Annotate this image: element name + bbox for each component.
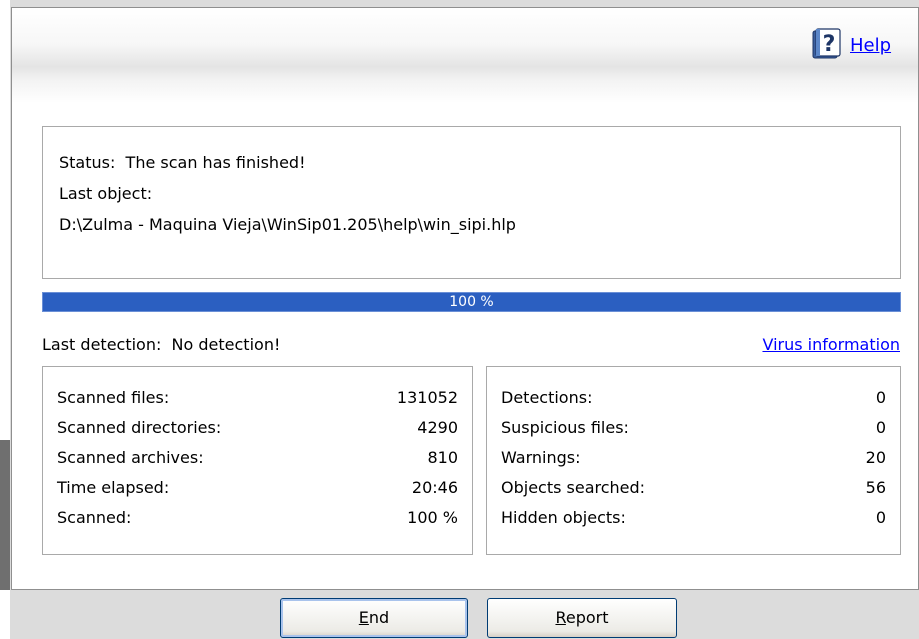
detection-stats-panel: Detections: 0 Suspicious files: 0 Warnin…: [486, 366, 901, 555]
stat-row: Scanned directories: 4290: [57, 413, 458, 443]
last-detection-label: Last detection:: [42, 335, 162, 354]
stat-value: 4290: [417, 418, 458, 437]
virus-information-link[interactable]: Virus information: [762, 335, 900, 354]
last-object-path: D:\Zulma - Maquina Vieja\WinSip01.205\he…: [59, 215, 516, 234]
stat-label: Scanned files:: [57, 388, 170, 407]
help-book-icon[interactable]: ?: [808, 27, 842, 61]
progress-text: 100 %: [449, 294, 494, 310]
end-button-mnemonic: E: [358, 608, 369, 627]
stat-row: Hidden objects: 0: [501, 503, 886, 533]
report-button-mnemonic: R: [555, 608, 566, 627]
end-button[interactable]: End: [280, 598, 468, 638]
stat-value: 20: [865, 448, 886, 467]
stat-value: 810: [427, 448, 458, 467]
status-panel: Status: The scan has finished! Last obje…: [42, 126, 901, 279]
stat-value: 20:46: [411, 478, 458, 497]
last-detection-value: No detection!: [171, 335, 281, 354]
stat-label: Warnings:: [501, 448, 581, 467]
stat-value: 0: [875, 388, 886, 407]
status-value: The scan has finished!: [125, 153, 306, 172]
scan-stats-panel: Scanned files: 131052 Scanned directorie…: [42, 366, 473, 555]
stat-row: Warnings: 20: [501, 443, 886, 473]
stat-value: 131052: [396, 388, 458, 407]
end-button-label: nd: [368, 608, 390, 627]
stat-row: Detections: 0: [501, 383, 886, 413]
stat-label: Detections:: [501, 388, 593, 407]
header-band: [12, 8, 918, 103]
stat-value: 0: [875, 508, 886, 527]
stat-value: 100 %: [407, 508, 458, 527]
stat-label: Objects searched:: [501, 478, 646, 497]
left-edge-shadow: [0, 440, 10, 590]
stat-row: Objects searched: 56: [501, 473, 886, 503]
stat-label: Hidden objects:: [501, 508, 626, 527]
last-detection: Last detection: No detection!: [42, 335, 280, 354]
status-line: Status: The scan has finished!: [59, 153, 305, 172]
status-label: Status:: [59, 153, 116, 172]
stat-label: Time elapsed:: [57, 478, 170, 497]
stat-label: Scanned directories:: [57, 418, 222, 437]
svg-text:?: ?: [823, 32, 836, 57]
stat-row: Scanned files: 131052: [57, 383, 458, 413]
stat-value: 56: [865, 478, 886, 497]
stat-row: Suspicious files: 0: [501, 413, 886, 443]
report-button-label: eport: [565, 608, 609, 627]
stat-row: Scanned: 100 %: [57, 503, 458, 533]
stat-label: Scanned:: [57, 508, 132, 527]
help-link[interactable]: Help: [850, 35, 891, 56]
stat-label: Scanned archives:: [57, 448, 204, 467]
report-button[interactable]: Report: [487, 598, 677, 638]
stat-row: Scanned archives: 810: [57, 443, 458, 473]
last-object-label: Last object:: [59, 184, 153, 203]
stat-label: Suspicious files:: [501, 418, 629, 437]
scan-progress-bar: 100 %: [42, 292, 901, 312]
stat-row: Time elapsed: 20:46: [57, 473, 458, 503]
stat-value: 0: [875, 418, 886, 437]
scan-results-window: ? Help Status: The scan has finished! La…: [11, 7, 919, 590]
